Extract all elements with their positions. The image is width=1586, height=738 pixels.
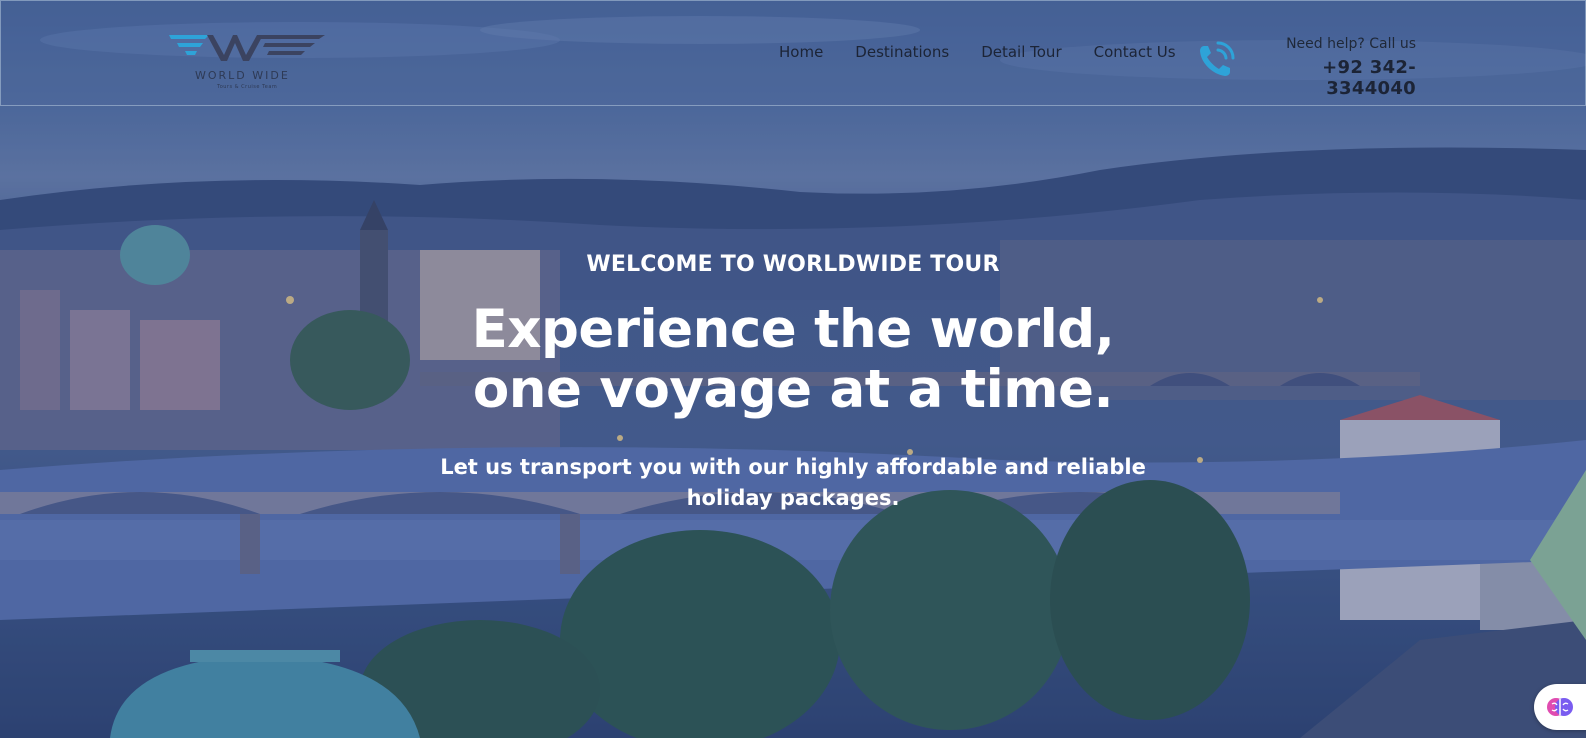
brand-tagline: Tours & Cruise Team: [217, 84, 278, 90]
hero-headline-line-1: Experience the world,: [471, 299, 1115, 360]
nav-item-home[interactable]: Home: [779, 43, 823, 61]
hero-headline-line-2: one voyage at a time.: [472, 359, 1114, 420]
hero-subtitle-line-1: Let us transport you with our highly aff…: [440, 455, 1146, 479]
logo-wings-icon: [169, 35, 325, 61]
phone-call-icon[interactable]: [1197, 41, 1235, 79]
hero-subtitle: Let us transport you with our highly aff…: [0, 452, 1586, 514]
hero-headline: Experience the world, one voyage at a ti…: [0, 300, 1586, 420]
hero-subtitle-line-2: holiday packages.: [686, 486, 900, 510]
help-phone-number[interactable]: +92 342-3344040: [1251, 57, 1416, 99]
main-nav: Home Destinations Detail Tour Contact Us: [779, 43, 1208, 61]
hero-eyebrow: WELCOME TO WORLDWIDE TOUR: [586, 252, 1000, 277]
brain-icon: [1547, 698, 1573, 716]
brand-logo[interactable]: WORLD WIDE Tours & Cruise Team: [169, 31, 329, 93]
nav-item-detail-tour[interactable]: Detail Tour: [981, 43, 1061, 61]
brand-name: WORLD WIDE: [195, 69, 290, 82]
nav-item-contact-us[interactable]: Contact Us: [1094, 43, 1176, 61]
help-label: Need help? Call us: [1286, 36, 1416, 52]
help-contact: Need help? Call us +92 342-3344040: [1251, 36, 1416, 99]
site-header: WORLD WIDE Tours & Cruise Team Home Dest…: [0, 0, 1586, 106]
chat-widget-button[interactable]: [1534, 684, 1586, 730]
nav-item-destinations[interactable]: Destinations: [855, 43, 949, 61]
